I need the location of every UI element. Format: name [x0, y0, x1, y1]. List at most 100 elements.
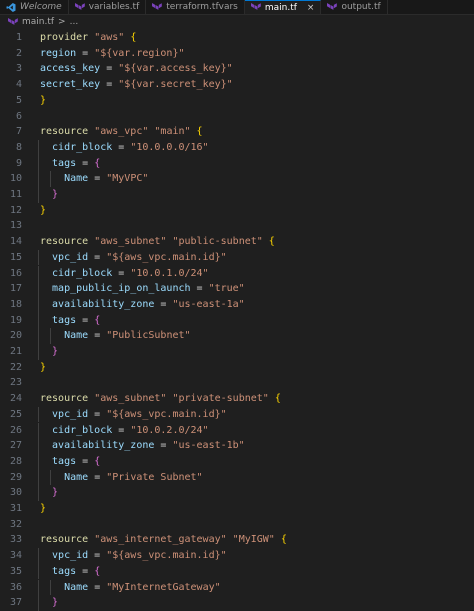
- line-number: 3: [15, 63, 22, 75]
- code-text: region = "${var.region}": [40, 46, 185, 61]
- line-number: 13: [9, 220, 22, 232]
- code-line: 37}: [0, 595, 474, 611]
- code-line: 32: [0, 517, 474, 532]
- terraform-icon: [8, 17, 18, 25]
- indent-guide: [50, 171, 52, 187]
- code-text: cidr_block = "10.0.0.0/16": [52, 140, 209, 155]
- code-token: }: [52, 597, 59, 609]
- line-number: 8: [15, 141, 22, 153]
- code-line: 9 tags = {: [0, 155, 474, 172]
- code-line: 12}: [0, 203, 474, 218]
- code-line: 25 vpc_id = "${aws_vpc.main.id}": [0, 406, 474, 423]
- code-token: "MyVPC": [106, 173, 149, 185]
- terraform-icon: [152, 2, 163, 10]
- code-token: tags: [52, 157, 77, 169]
- code-token: resource: [40, 534, 95, 546]
- breadcrumb-more[interactable]: ...: [70, 17, 79, 27]
- line-number: 21: [9, 346, 22, 357]
- code-line: 5}: [0, 93, 474, 108]
- code-line: 1 provider "aws" {: [0, 30, 474, 45]
- code-token: "PublicSubnet": [106, 330, 191, 342]
- code-token: {: [274, 534, 287, 546]
- code-token: =: [76, 47, 95, 59]
- line-number: 32: [9, 518, 22, 530]
- code-line: 13: [0, 218, 474, 233]
- code-text: vpc_id = "${aws_vpc.main.id}": [52, 548, 227, 563]
- line-number: 23: [9, 377, 22, 389]
- code-line: 23: [0, 375, 474, 390]
- code-token: vpc_id: [52, 550, 89, 562]
- tab-label: variables.tf: [88, 2, 140, 12]
- code-token: {: [94, 455, 101, 467]
- code-text: availability_zone = "us-east-1b": [52, 438, 245, 453]
- indent-guide: [38, 281, 39, 297]
- line-number: 11: [9, 189, 22, 200]
- code-line: 24 resource "aws_subnet" "private-subnet"…: [0, 391, 474, 406]
- code-token: Name: [64, 173, 89, 185]
- tab-2[interactable]: terraform.tfvars: [146, 0, 245, 14]
- code-text: tags = {: [52, 313, 100, 328]
- code-token: =: [88, 330, 107, 342]
- code-text: }: [40, 203, 46, 218]
- code-line: 19 tags = {: [0, 312, 474, 329]
- tab-3[interactable]: main.tf ×: [244, 0, 322, 14]
- tab-1[interactable]: variables.tf: [69, 0, 147, 14]
- code-token: cidr_block: [52, 424, 113, 436]
- tab-label: main.tf: [264, 2, 297, 13]
- code-line: 2 region = "${var.region}": [0, 46, 474, 61]
- code-token: resource: [40, 236, 95, 248]
- code-text: provider "aws" {: [40, 30, 136, 45]
- breadcrumb-file[interactable]: main.tf: [22, 17, 54, 27]
- code-token: "private-subnet": [172, 393, 269, 405]
- tab-0[interactable]: Welcome: [0, 0, 69, 14]
- line-number: 19: [9, 314, 22, 326]
- code-token: Name: [64, 581, 89, 593]
- code-token: }: [40, 94, 47, 106]
- line-number: 15: [9, 251, 22, 263]
- line-number: 36: [9, 581, 22, 593]
- code-token: =: [88, 550, 107, 562]
- code-token: =: [112, 267, 131, 279]
- tab-label: Welcome: [20, 2, 62, 12]
- indent-guide: [38, 548, 39, 564]
- line-number: 16: [9, 267, 22, 279]
- code-line: 14 resource "aws_subnet" "public-subnet" …: [0, 234, 474, 249]
- tab-label: terraform.tfvars: [166, 2, 238, 12]
- indent-guide: [38, 422, 39, 439]
- code-token: =: [190, 283, 209, 295]
- code-line: 33 resource "aws_internet_gateway" "MyIGW…: [0, 532, 474, 547]
- tab-4[interactable]: output.tf: [321, 0, 388, 14]
- code-token: "aws_internet_gateway": [94, 534, 227, 546]
- terraform-icon: [74, 2, 85, 10]
- code-token: =: [76, 565, 95, 577]
- indent-guide: [50, 579, 52, 596]
- line-number: 28: [9, 455, 22, 467]
- code-token: resource: [40, 126, 95, 138]
- code-token: {: [94, 157, 101, 169]
- line-number: 30: [9, 487, 22, 499]
- code-token: }: [40, 361, 47, 373]
- indent-guide: [38, 139, 39, 156]
- code-token: Name: [64, 471, 89, 483]
- code-editor[interactable]: 1 provider "aws" {2 region = "${var.region…: [0, 30, 474, 611]
- code-token: "public-subnet": [172, 236, 263, 248]
- line-number: 22: [9, 361, 22, 373]
- line-number: 20: [9, 330, 22, 342]
- code-text: }: [40, 501, 46, 516]
- indent-guide: [38, 485, 39, 501]
- indent-guide: [38, 155, 39, 172]
- code-token: "Private Subnet": [106, 471, 203, 483]
- breadcrumb[interactable]: main.tf > ...: [0, 15, 474, 29]
- code-token: "10.0.0.0/16": [130, 141, 209, 153]
- code-token: =: [76, 157, 95, 169]
- code-token: "${aws_vpc.main.id}": [106, 550, 227, 562]
- code-token: {: [262, 236, 275, 248]
- code-line: 3 access_key = "${var.access_key}": [0, 61, 474, 76]
- indent-guide: [38, 469, 39, 486]
- code-line: 16 cidr_block = "10.0.1.0/24": [0, 265, 474, 282]
- close-icon[interactable]: ×: [307, 3, 315, 13]
- code-token: =: [76, 455, 95, 467]
- code-text: }: [40, 93, 46, 108]
- code-line: 21}: [0, 344, 474, 360]
- indent-guide: [50, 328, 52, 344]
